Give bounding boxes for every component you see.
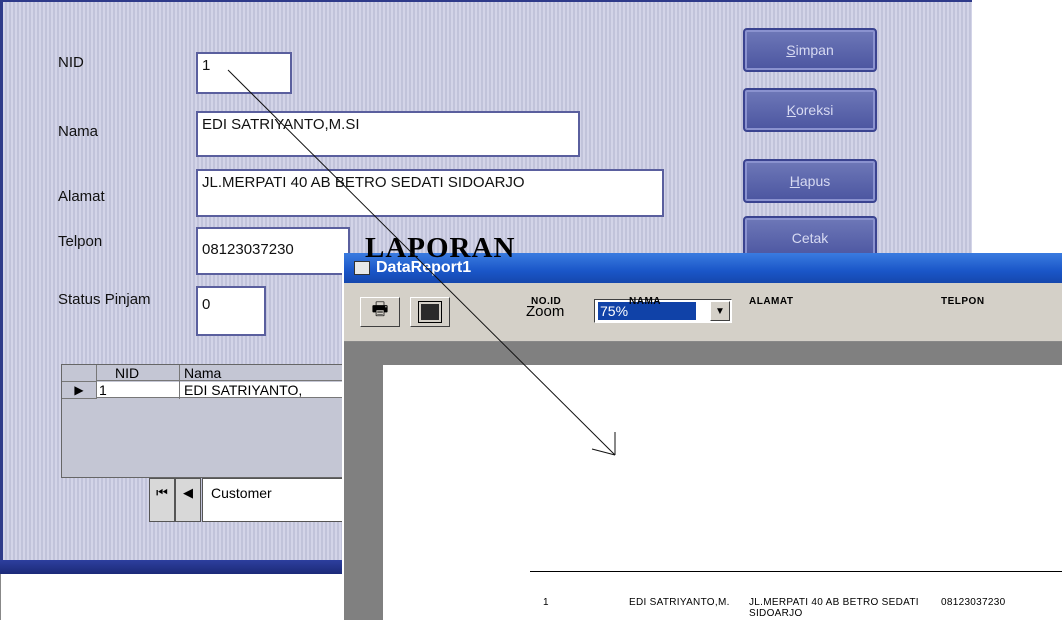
nama-label: Nama bbox=[58, 123, 99, 140]
grid-header-nid[interactable]: NID bbox=[97, 365, 179, 381]
nid-label: NID bbox=[58, 54, 84, 71]
cetak-label: Cetak bbox=[791, 230, 829, 246]
report-cell-telpon: 08123037230 bbox=[941, 597, 1006, 608]
simpan-accel: S bbox=[786, 42, 796, 58]
report-heading: LAPORAN bbox=[365, 232, 516, 264]
chevron-down-icon[interactable]: ▼ bbox=[710, 301, 730, 321]
koreksi-button[interactable]: Koreksi bbox=[743, 88, 877, 132]
hapus-button[interactable]: Hapus bbox=[743, 159, 877, 203]
export-icon bbox=[419, 302, 441, 322]
simpan-button[interactable]: Simpan bbox=[743, 28, 877, 72]
grid-corner bbox=[62, 365, 96, 382]
col-header-noid: NO.ID bbox=[531, 296, 562, 307]
col-header-alamat: ALAMAT bbox=[749, 296, 794, 307]
alamat-input[interactable]: JL.MERPATI 40 AB BETRO SEDATI SIDOARJO bbox=[196, 169, 664, 217]
nid-input[interactable]: 1 bbox=[196, 52, 292, 94]
nama-input[interactable]: EDI SATRIYANTO,M.SI bbox=[196, 111, 580, 157]
grid-divider bbox=[96, 365, 97, 399]
col-header-telpon: TELPON bbox=[941, 296, 985, 307]
report-cell-nama: EDI SATRIYANTO,M. bbox=[629, 597, 730, 608]
data-control-caption: Customer bbox=[202, 478, 352, 522]
report-cell-id: 1 bbox=[543, 597, 549, 608]
background-window bbox=[0, 574, 346, 620]
grid-cell-nama[interactable]: EDI SATRIYANTO, bbox=[180, 382, 352, 398]
alamat-label: Alamat bbox=[58, 188, 105, 205]
grid-cell-nid[interactable]: 1 bbox=[97, 382, 179, 398]
export-button[interactable] bbox=[410, 297, 450, 327]
report-toolbar: 🖶 Zoom 75% ▼ bbox=[344, 283, 1062, 342]
zoom-select[interactable]: 75% ▼ bbox=[594, 299, 732, 323]
koreksi-accel: K bbox=[786, 102, 796, 118]
col-header-nama: NAMA bbox=[629, 296, 661, 307]
status-pinjam-input[interactable]: 0 bbox=[196, 286, 266, 336]
report-cell-alamat: JL.MERPATI 40 AB BETRO SEDATI SIDOARJO bbox=[749, 597, 919, 619]
report-page bbox=[383, 365, 1062, 620]
move-previous-button[interactable]: ◀ bbox=[175, 478, 201, 522]
move-first-button[interactable]: ⏮ bbox=[149, 478, 175, 522]
print-button[interactable]: 🖶 bbox=[360, 297, 400, 327]
report-divider bbox=[530, 571, 1062, 572]
row-pointer-icon: ▶ bbox=[62, 382, 96, 399]
move-first-icon: ⏮ bbox=[156, 485, 168, 500]
simpan-label: impan bbox=[795, 42, 834, 58]
customer-grid[interactable]: NID Nama ▶ 1 EDI SATRIYANTO, bbox=[61, 364, 352, 478]
status-pinjam-label: Status Pinjam bbox=[58, 291, 151, 308]
grid-divider bbox=[179, 365, 180, 399]
telpon-input[interactable]: 08123037230 bbox=[196, 227, 350, 275]
hapus-accel: H bbox=[789, 173, 800, 189]
printer-icon: 🖶 bbox=[371, 299, 389, 319]
koreksi-label: oreksi bbox=[795, 102, 834, 118]
move-previous-icon: ◀ bbox=[183, 485, 193, 500]
hapus-label: apus bbox=[799, 173, 831, 189]
grid-header-nama[interactable]: Nama bbox=[180, 365, 352, 381]
telpon-label: Telpon bbox=[58, 233, 103, 250]
